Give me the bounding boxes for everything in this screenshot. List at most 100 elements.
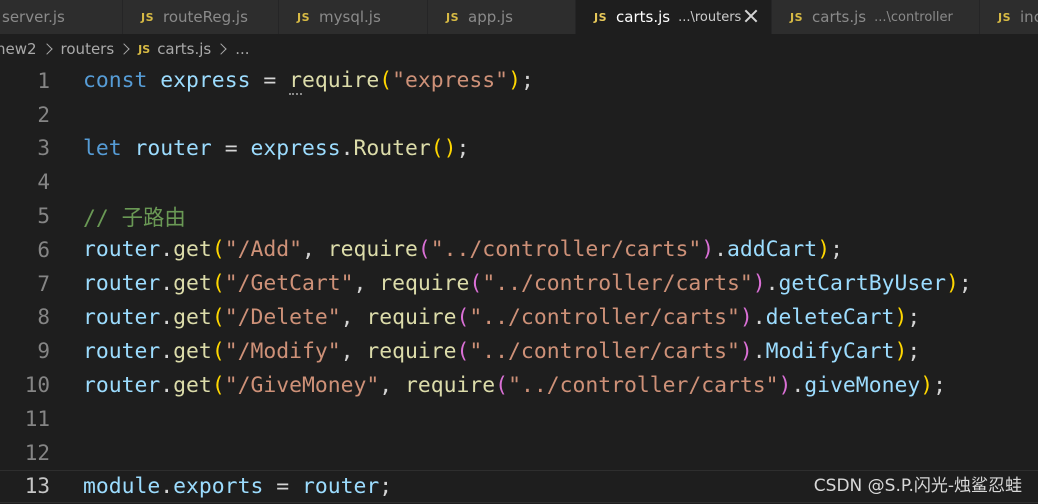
code-function: get [173, 237, 212, 263]
line-number: 5 [37, 204, 50, 229]
code-line[interactable]: 7 router.get("/GetCart", require("../con… [0, 267, 1038, 301]
breadcrumb-folder[interactable]: new2 [0, 40, 37, 58]
line-number: 7 [37, 271, 50, 296]
javascript-file-icon: JS [790, 10, 804, 24]
close-icon[interactable] [743, 8, 759, 24]
code-line[interactable]: 1 const express = require("express"); [0, 64, 1038, 98]
code-string: "/Add" [224, 237, 302, 263]
code-line[interactable]: 4 [0, 165, 1038, 199]
javascript-file-icon: JS [446, 10, 460, 24]
code-object: router [83, 304, 161, 330]
code-function: Router [353, 135, 431, 161]
line-number: 13 [24, 474, 50, 499]
tab-inc[interactable]: JS inc [980, 0, 1038, 34]
code-line[interactable]: 2 [0, 98, 1038, 132]
code-property: exports [173, 473, 264, 499]
code-object: router [83, 271, 161, 297]
breadcrumb-subfolder[interactable]: routers [61, 40, 115, 58]
code-text[interactable]: router.get("/Delete", require("../contro… [83, 305, 920, 330]
chevron-right-icon [118, 43, 130, 55]
line-number: 3 [37, 136, 50, 161]
code-text[interactable]: module.exports = router; [83, 474, 392, 499]
code-operator: = [211, 135, 251, 161]
code-keyword: let [83, 135, 122, 161]
code-text[interactable]: let router = express.Router(); [83, 136, 469, 161]
tab-carts-js-routers[interactable]: JS carts.js ...\routers [576, 0, 772, 34]
tab-label: mysql.js [319, 8, 381, 26]
code-line[interactable]: 8 router.get("/Delete", require("../cont… [0, 301, 1038, 335]
javascript-file-icon: JS [141, 10, 155, 24]
javascript-file-icon: JS [297, 10, 311, 24]
tab-label: server.js [2, 8, 65, 26]
breadcrumb: new2 routers JS carts.js ... [0, 34, 1038, 64]
code-function: get [173, 338, 212, 364]
javascript-file-icon: JS [594, 10, 608, 24]
line-number: 2 [37, 102, 50, 127]
chevron-right-icon [215, 43, 227, 55]
line-number: 12 [24, 440, 50, 465]
code-object: router [83, 237, 161, 263]
code-property: giveMoney [804, 372, 921, 398]
code-text[interactable]: router.get("/Add", require("../controlle… [83, 237, 843, 262]
code-line[interactable]: 5 // 子路由 [0, 199, 1038, 233]
tab-app-js[interactable]: JS app.js [428, 0, 576, 34]
code-string: "/Delete" [224, 304, 341, 330]
tab-label: app.js [468, 8, 514, 26]
code-function: require [405, 372, 496, 398]
code-line[interactable]: 12 [0, 436, 1038, 470]
code-comment[interactable]: // 子路由 [83, 201, 186, 232]
code-variable: express [160, 68, 251, 94]
breadcrumb-file[interactable]: carts.js [157, 40, 211, 58]
code-variable: router [134, 135, 212, 161]
code-text[interactable]: router.get("/GiveMoney", require("../con… [83, 373, 946, 398]
tab-carts-js-controller[interactable]: JS carts.js ...\controller [772, 0, 980, 34]
code-object: express [250, 135, 341, 161]
javascript-file-icon: JS [138, 42, 151, 56]
code-line[interactable]: 10 router.get("/GiveMoney", require("../… [0, 368, 1038, 402]
tab-description: ...\controller [874, 9, 953, 25]
code-line[interactable]: 11 [0, 402, 1038, 436]
chevron-right-icon [40, 43, 53, 55]
line-number: 10 [24, 373, 50, 398]
code-function: require [379, 271, 470, 297]
code-string: "express" [392, 68, 509, 94]
code-line[interactable]: 3 let router = express.Router(); [0, 132, 1038, 166]
code-line[interactable]: 6 router.get("/Add", require("../control… [0, 233, 1038, 267]
line-number: 1 [37, 68, 50, 93]
code-text[interactable]: const express = require("express"); [83, 68, 534, 96]
tab-label: inc [1020, 8, 1038, 26]
code-keyword: const [83, 68, 148, 94]
javascript-file-icon: JS [998, 10, 1012, 24]
code-object: module [83, 473, 161, 499]
code-property: ModifyCart [765, 338, 895, 364]
code-function-rest: equire [301, 68, 380, 94]
line-number: 6 [37, 237, 50, 262]
code-text[interactable]: router.get("/GetCart", require("../contr… [83, 271, 972, 296]
code-property: getCartByUser [778, 271, 946, 297]
line-number: 9 [37, 339, 50, 364]
tab-server-js[interactable]: server.js [0, 0, 123, 34]
code-string: "../controller/carts" [430, 237, 702, 263]
code-hint-underline: r [289, 68, 302, 96]
tab-routereg-js[interactable]: JS routeReg.js [123, 0, 279, 34]
code-object: router [83, 338, 161, 364]
tab-description: ...\routers [678, 9, 742, 25]
code-variable: router [301, 473, 380, 499]
code-string: "../controller/carts" [508, 372, 779, 398]
code-function: require [327, 237, 418, 263]
code-line[interactable]: 9 router.get("/Modify", require("../cont… [0, 334, 1038, 368]
breadcrumb-more[interactable]: ... [235, 40, 249, 58]
code-string: "/GetCart" [224, 271, 354, 297]
code-text[interactable]: router.get("/Modify", require("../contro… [83, 339, 920, 364]
tab-label: carts.js [812, 8, 867, 26]
code-function: require [366, 338, 457, 364]
code-operator: = [250, 68, 290, 94]
code-function: require [289, 68, 380, 96]
tab-label: carts.js [616, 8, 671, 26]
tab-label: routeReg.js [163, 8, 248, 26]
code-string: "/Modify" [224, 338, 341, 364]
code-editor[interactable]: 1 const express = require("express"); 2 … [0, 64, 1038, 504]
code-string: "../controller/carts" [469, 304, 740, 330]
code-property: addCart [727, 237, 818, 263]
tab-mysql-js[interactable]: JS mysql.js [279, 0, 428, 34]
